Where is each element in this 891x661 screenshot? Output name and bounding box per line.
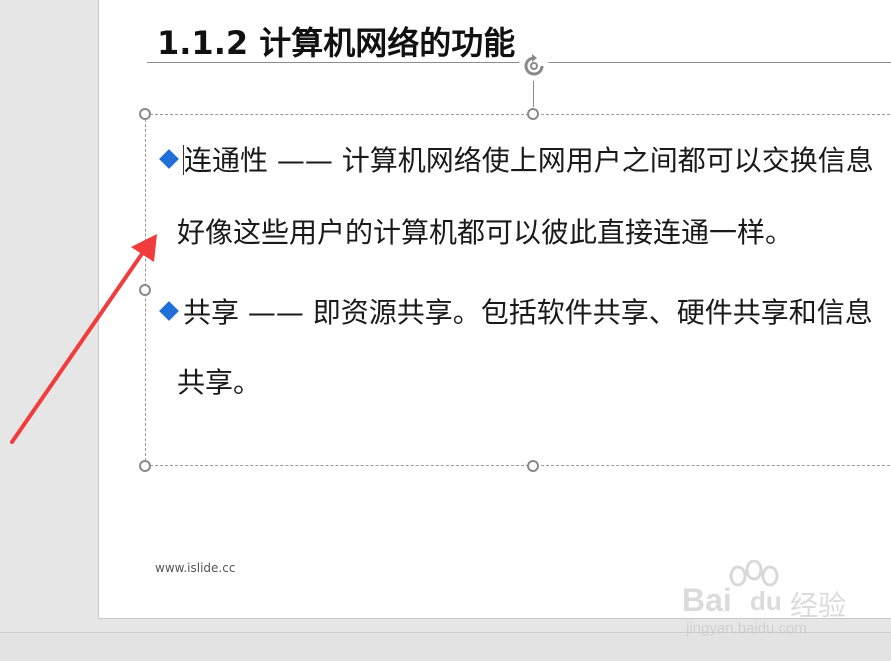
watermark-brand-left: Bai [682,582,732,618]
watermark-brand-cn: 经验 [790,590,847,621]
watermark-brand-right: du [750,586,782,616]
watermark-site: jingyan.baidu.com [686,620,807,637]
baidu-jingyan-watermark: Bai du 经验 jingyan.baidu.com [680,560,880,640]
